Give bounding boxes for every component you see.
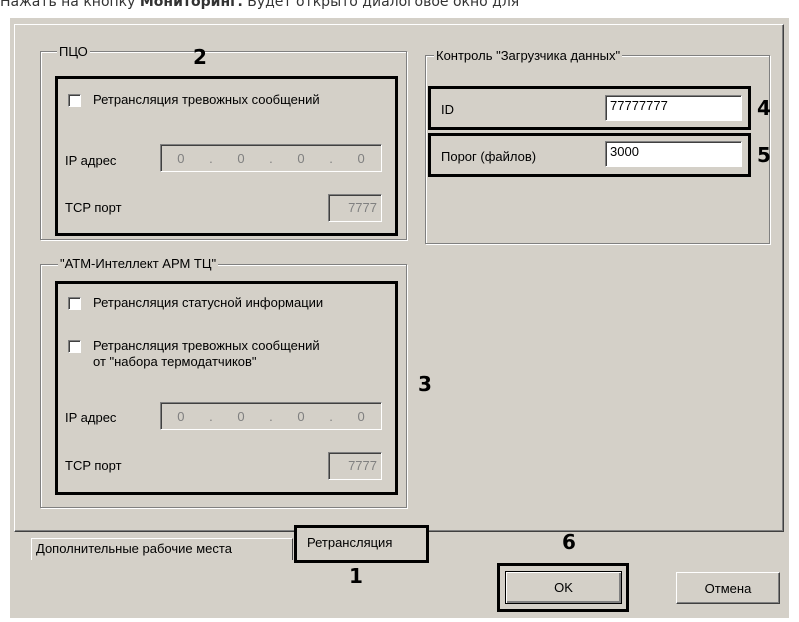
atm-ip-label: IP адрес — [65, 410, 117, 425]
loader-group-title: Контроль "Загрузчика данных" — [434, 48, 623, 63]
atm-relay-status-label: Ретрансляция статусной информации — [93, 295, 324, 310]
ip-dot: . — [329, 408, 333, 424]
atm-tcp-input[interactable]: 7777 — [328, 452, 382, 480]
atm-ip-input[interactable]: 0. 0. 0. 0 — [160, 402, 382, 430]
loader-threshold-input[interactable]: 3000 — [605, 141, 742, 167]
callout-6: 6 — [562, 530, 576, 554]
atm-relay-alarm-label-line2: от "набора термодатчиков" — [93, 354, 257, 369]
callout-5: 5 — [757, 143, 771, 167]
ip-dot: . — [209, 408, 213, 424]
tab-additional-workplaces[interactable]: Дополнительные рабочие места — [31, 538, 293, 560]
callout-3: 3 — [418, 372, 432, 396]
atm-relay-alarm-checkbox[interactable] — [68, 340, 81, 353]
instruction-text: Нажать на кнопку Мониторинг. Будет откры… — [0, 0, 799, 12]
loader-id-label: ID — [441, 102, 454, 117]
cancel-button[interactable]: Отмена — [676, 572, 780, 604]
ip-octet: 0 — [177, 150, 185, 166]
instruction-text-bold: Мониторинг. — [139, 0, 243, 10]
atm-relay-alarm-label-line1: Ретрансляция тревожных сообщений — [93, 338, 320, 353]
pco-ip-label: IP адрес — [65, 153, 117, 168]
atm-group-title: "АТМ-Интеллект АРМ ТЦ" — [58, 256, 219, 271]
ip-dot: . — [209, 150, 213, 166]
atm-relay-status-checkbox[interactable] — [68, 297, 81, 310]
ip-dot: . — [269, 150, 273, 166]
ip-octet: 0 — [297, 408, 305, 424]
callout-1: 1 — [349, 564, 363, 588]
loader-threshold-label: Порог (файлов) — [441, 149, 537, 164]
pco-ip-input[interactable]: 0. 0. 0. 0 — [160, 144, 382, 172]
pco-relay-alarm-checkbox[interactable] — [68, 94, 81, 107]
ip-octet: 0 — [237, 408, 245, 424]
callout-4: 4 — [757, 96, 771, 120]
ip-dot: . — [269, 408, 273, 424]
tab-relay[interactable]: Ретрансляция — [294, 525, 429, 563]
ip-dot: . — [329, 150, 333, 166]
pco-relay-alarm-label: Ретрансляция тревожных сообщений — [93, 92, 320, 107]
pco-tcp-label: TCP порт — [65, 200, 122, 215]
callout-2: 2 — [193, 45, 207, 69]
ip-octet: 0 — [297, 150, 305, 166]
instruction-text-part: Нажать на кнопку — [0, 0, 140, 10]
ok-button[interactable]: OK — [505, 571, 622, 604]
atm-tcp-label: TCP порт — [65, 458, 122, 473]
pco-group-title: ПЦО — [57, 44, 90, 59]
ip-octet: 0 — [357, 150, 365, 166]
ip-octet: 0 — [177, 408, 185, 424]
ip-octet: 0 — [357, 408, 365, 424]
pco-tcp-input[interactable]: 7777 — [328, 194, 382, 222]
ip-octet: 0 — [237, 150, 245, 166]
instruction-text-part: Будет открыто диалоговое окно для — [242, 0, 520, 10]
loader-id-input[interactable]: 77777777 — [605, 95, 742, 121]
